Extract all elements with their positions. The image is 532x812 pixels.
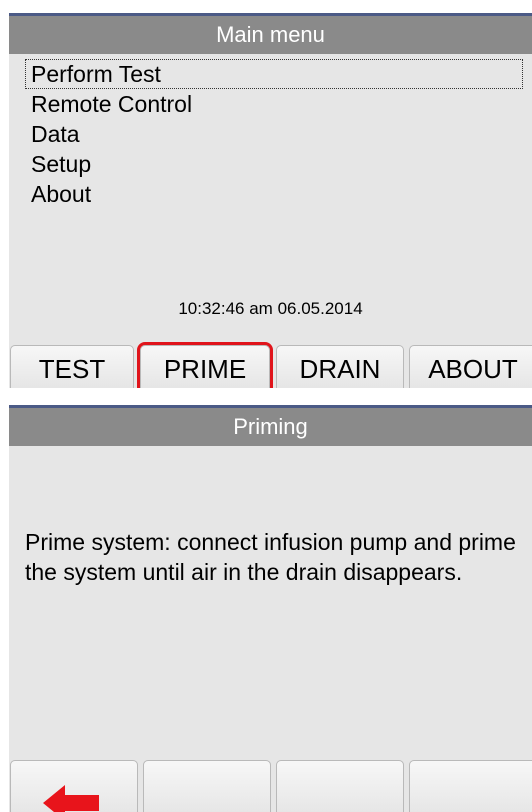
- drain-button[interactable]: DRAIN: [276, 345, 404, 388]
- main-menu-screen: Main menu Perform Test Remote Control Da…: [9, 13, 532, 388]
- left-arrow-icon: [43, 785, 99, 812]
- back-button[interactable]: [10, 760, 138, 812]
- menu-item-setup[interactable]: Setup: [25, 149, 523, 179]
- datetime-display: 10:32:46 am 06.05.2014: [178, 299, 363, 318]
- menu-item-perform-test[interactable]: Perform Test: [25, 59, 523, 89]
- menu-item-remote-control[interactable]: Remote Control: [25, 89, 523, 119]
- priming-button-bar: [9, 760, 532, 812]
- main-menu-title: Main menu: [9, 13, 532, 54]
- priming-screen: Priming Prime system: connect infusion p…: [9, 405, 532, 812]
- priming-title: Priming: [9, 405, 532, 446]
- test-button[interactable]: TEST: [10, 345, 134, 388]
- main-menu-list: Perform Test Remote Control Data Setup A…: [25, 59, 523, 209]
- soft-button-4[interactable]: [409, 760, 532, 812]
- priming-message: Prime system: connect infusion pump and …: [25, 529, 516, 585]
- menu-item-data[interactable]: Data: [25, 119, 523, 149]
- about-button[interactable]: ABOUT: [409, 345, 532, 388]
- menu-item-about[interactable]: About: [25, 179, 523, 209]
- soft-button-2[interactable]: [143, 760, 271, 812]
- prime-button[interactable]: PRIME: [137, 342, 273, 388]
- main-menu-button-bar: TEST PRIME DRAIN ABOUT: [9, 342, 532, 388]
- soft-button-3[interactable]: [276, 760, 404, 812]
